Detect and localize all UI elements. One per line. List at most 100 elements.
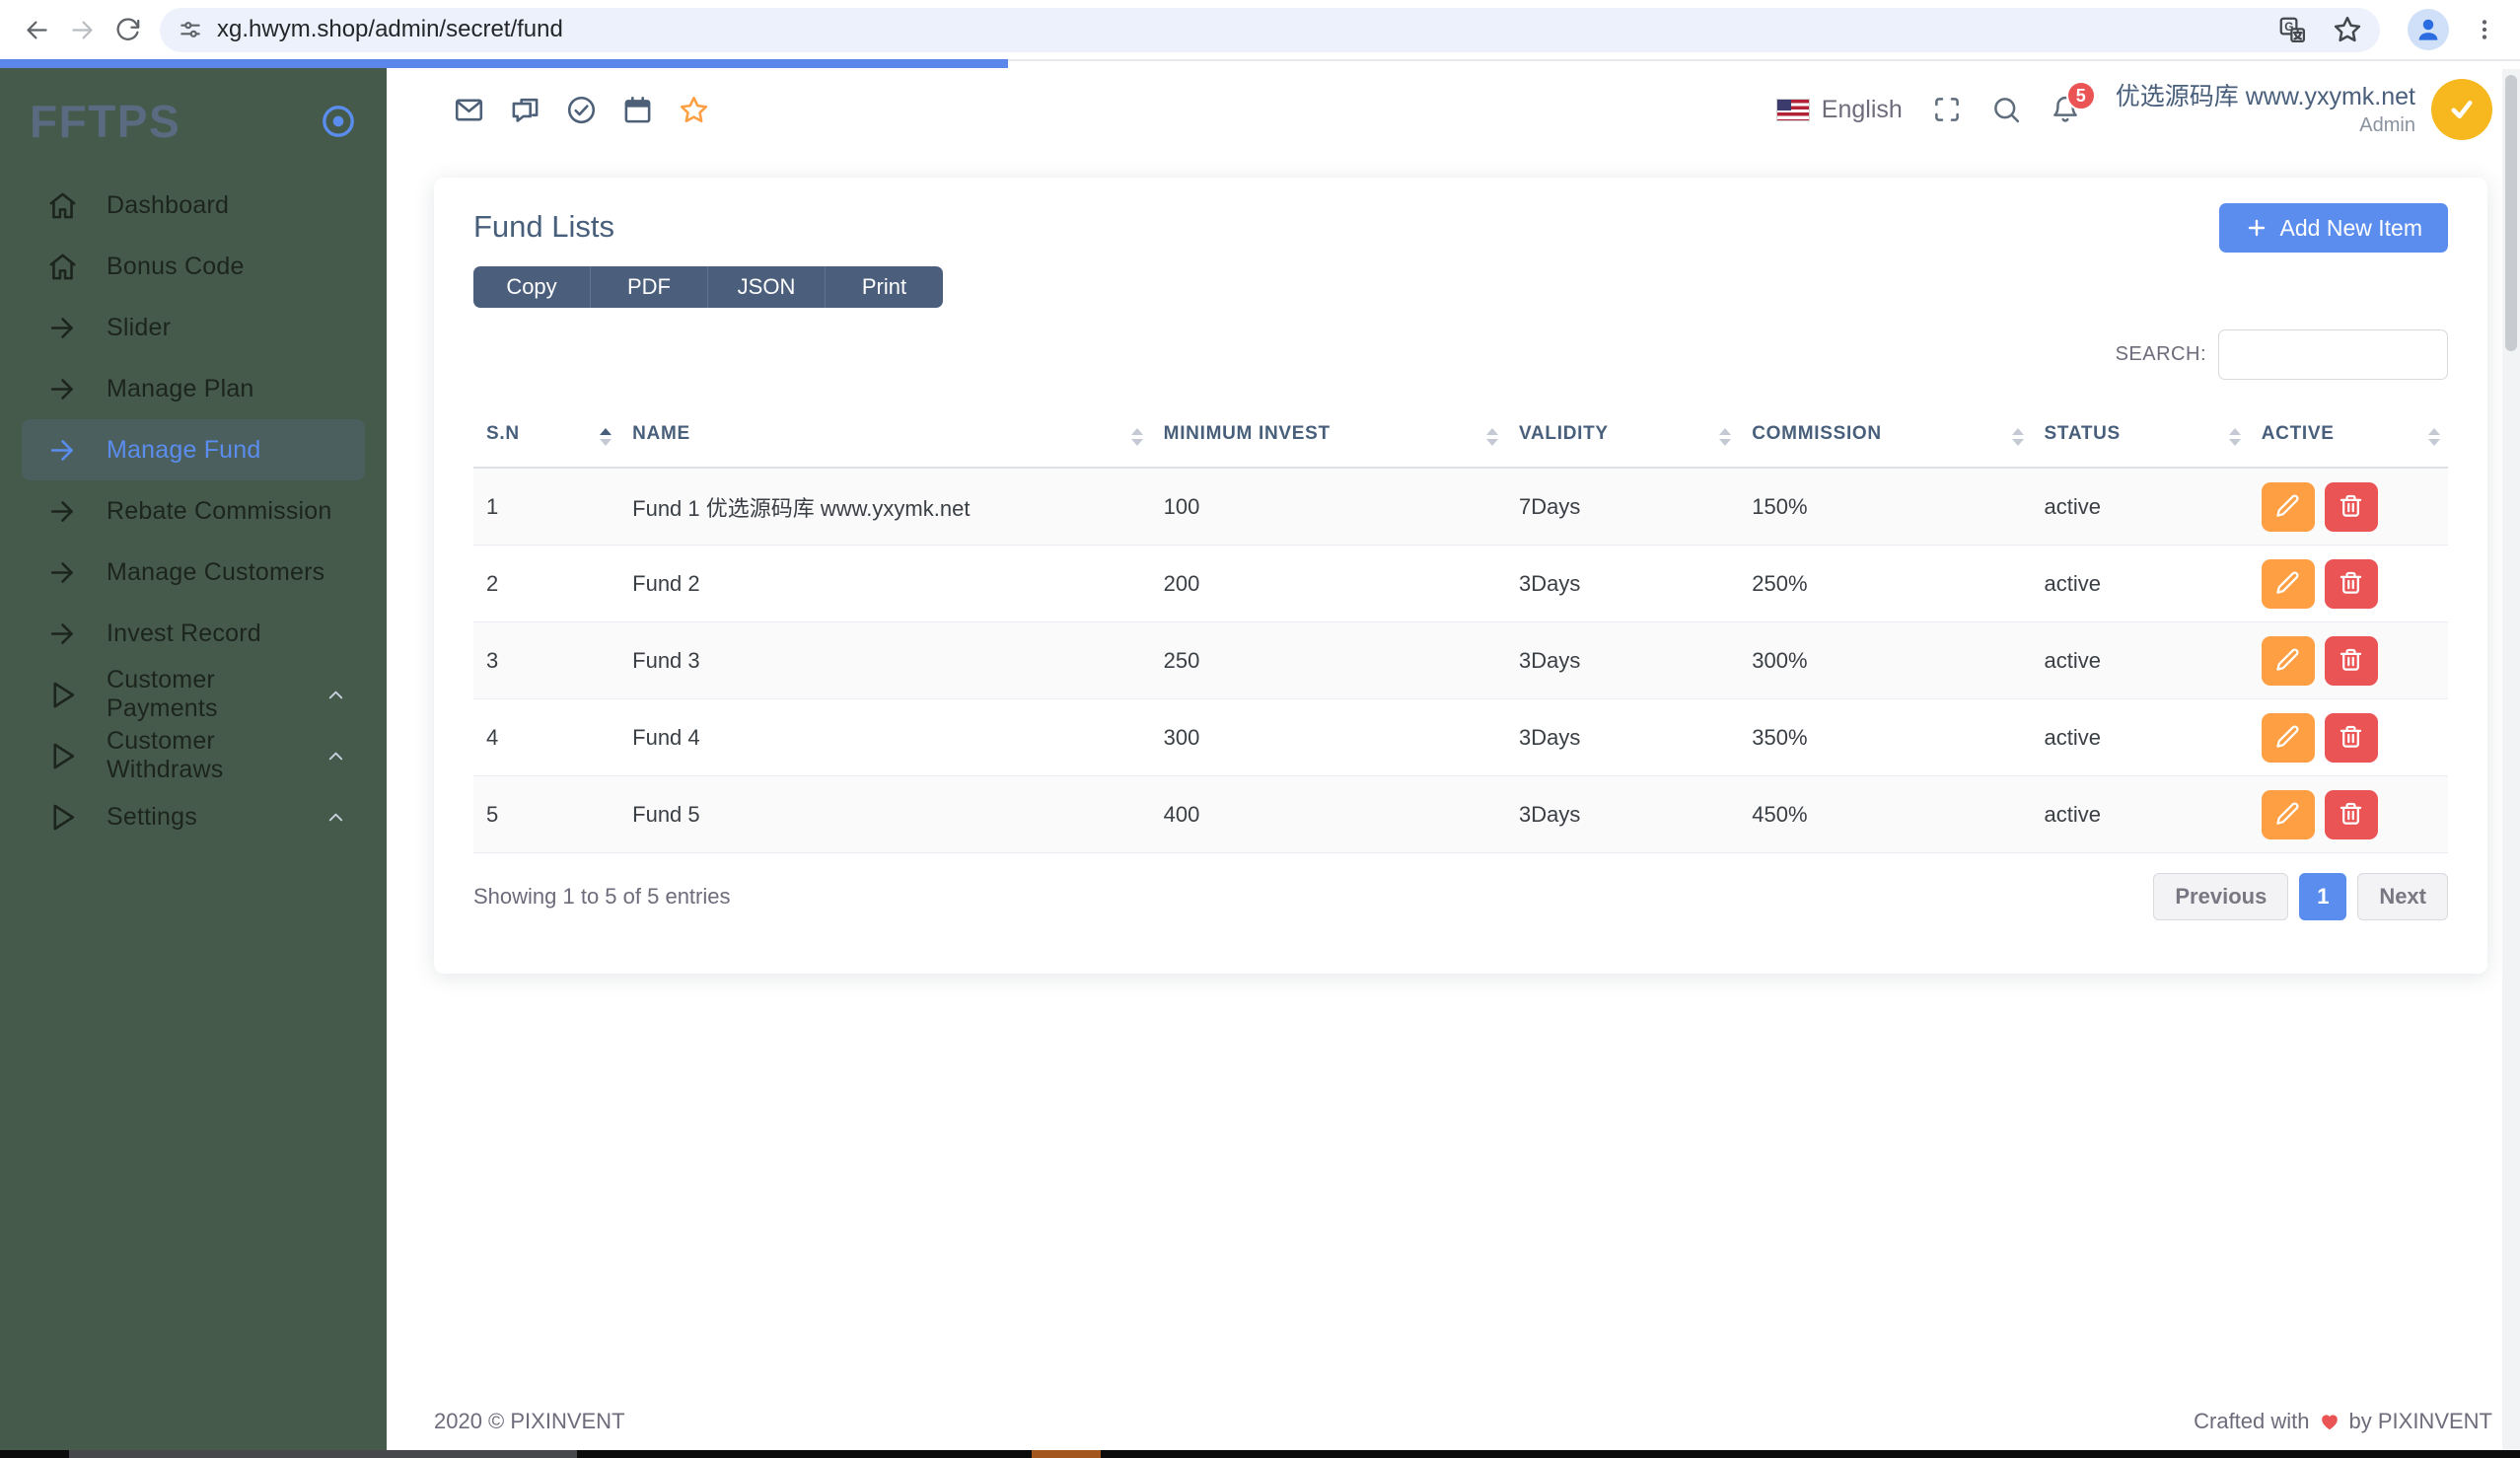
table-row: 4 Fund 4 300 3Days 350% active bbox=[473, 698, 2448, 776]
translate-icon[interactable]: G bbox=[2277, 15, 2307, 44]
cell-commission: 150% bbox=[1739, 468, 2032, 546]
column-header-name[interactable]: NAME bbox=[619, 407, 1151, 469]
sidebar-item-slider[interactable]: Slider bbox=[22, 297, 365, 358]
sidebar-item-customer-withdraws[interactable]: Customer Withdraws bbox=[22, 725, 365, 786]
column-header-minimum-invest[interactable]: MINIMUM INVEST bbox=[1150, 407, 1507, 469]
site-info-icon[interactable] bbox=[178, 17, 203, 42]
export-copy-button[interactable]: Copy bbox=[473, 266, 591, 308]
brand-logo: FFTPS bbox=[30, 96, 181, 147]
sidebar-item-label: Bonus Code bbox=[107, 252, 245, 280]
column-header-active[interactable]: ACTIVE bbox=[2248, 407, 2448, 469]
cell-name: Fund 2 bbox=[619, 545, 1151, 622]
export-pdf-button[interactable]: PDF bbox=[591, 266, 708, 308]
edit-row-button[interactable] bbox=[2261, 558, 2315, 609]
column-header-commission[interactable]: COMMISSION bbox=[1739, 407, 2032, 469]
user-block: 优选源码库 www.yxymk.net Admin bbox=[2116, 81, 2415, 139]
fullscreen-icon[interactable] bbox=[1932, 95, 1962, 124]
sidebar-item-settings[interactable]: Settings bbox=[22, 786, 365, 847]
arrow-right-icon bbox=[47, 619, 78, 649]
fund-lists-card: Fund Lists Copy PDF JSON Print Add New Item… bbox=[434, 178, 2487, 974]
user-avatar[interactable] bbox=[2431, 79, 2492, 140]
chat-icon[interactable] bbox=[510, 95, 540, 125]
sidebar-item-label: Slider bbox=[107, 313, 172, 341]
add-new-item-button[interactable]: Add New Item bbox=[2218, 203, 2448, 253]
delete-row-button[interactable] bbox=[2324, 481, 2378, 532]
address-bar[interactable]: xg.hwym.shop/admin/secret/fund G bbox=[160, 7, 2380, 52]
sidebar-item-invest-record[interactable]: Invest Record bbox=[22, 603, 365, 664]
cell-name: Fund 5 bbox=[619, 775, 1151, 853]
edit-row-button[interactable] bbox=[2261, 712, 2315, 763]
screen: xg.hwym.shop/admin/secret/fund G FFTPS D… bbox=[0, 0, 2520, 1458]
delete-row-button[interactable] bbox=[2324, 712, 2378, 763]
delete-row-button[interactable] bbox=[2324, 789, 2378, 839]
arrow-right-icon bbox=[47, 313, 78, 343]
mail-icon[interactable] bbox=[454, 95, 484, 125]
export-button-group: Copy PDF JSON Print bbox=[473, 266, 943, 308]
browser-scrollbar[interactable] bbox=[2502, 69, 2520, 1450]
cell-actions bbox=[2248, 698, 2448, 776]
sidebar-item-customer-payments[interactable]: Customer Payments bbox=[22, 664, 365, 725]
sidebar-item-manage-plan[interactable]: Manage Plan bbox=[22, 358, 365, 419]
export-json-button[interactable]: JSON bbox=[708, 266, 826, 308]
pagination-page-1-button[interactable]: 1 bbox=[2299, 873, 2347, 920]
bookmark-star-icon[interactable] bbox=[2333, 15, 2362, 44]
trash-icon bbox=[2338, 723, 2364, 753]
language-selector[interactable]: English bbox=[1822, 96, 1903, 124]
table-search-input[interactable] bbox=[2218, 329, 2448, 380]
taskbar-strip bbox=[0, 1450, 2520, 1458]
copyright-text: 2020 © PIXINVENT bbox=[434, 1409, 625, 1433]
cell-name: Fund 1 优选源码库 www.yxymk.net bbox=[619, 468, 1151, 546]
sidebar-item-bonus-code[interactable]: Bonus Code bbox=[22, 236, 365, 297]
sidebar-item-label: Settings bbox=[107, 802, 197, 831]
delete-row-button[interactable] bbox=[2324, 558, 2378, 609]
page-load-progress bbox=[0, 59, 1008, 68]
cell-sn: 2 bbox=[473, 545, 620, 622]
cell-minimum-invest: 300 bbox=[1150, 698, 1507, 776]
sidebar-item-label: Dashboard bbox=[107, 190, 230, 219]
sidebar-item-manage-fund[interactable]: Manage Fund bbox=[22, 419, 365, 480]
column-header-s-n[interactable]: S.N bbox=[473, 407, 620, 469]
sort-carets-icon bbox=[600, 428, 612, 446]
export-print-button[interactable]: Print bbox=[826, 266, 943, 308]
pagination-previous-button[interactable]: Previous bbox=[2153, 873, 2289, 920]
notification-badge: 5 bbox=[2065, 81, 2096, 110]
browser-refresh-button[interactable] bbox=[105, 7, 150, 52]
check-circle-icon[interactable] bbox=[566, 95, 597, 125]
column-header-status[interactable]: STATUS bbox=[2031, 407, 2249, 469]
sidebar-item-label: Customer Withdraws bbox=[107, 727, 224, 783]
edit-row-button[interactable] bbox=[2261, 635, 2315, 686]
entries-summary: Showing 1 to 5 of 5 entries bbox=[473, 884, 731, 909]
browser-back-button[interactable] bbox=[14, 7, 59, 52]
pagination: Previous 1 Next bbox=[2153, 873, 2448, 920]
cell-name: Fund 3 bbox=[619, 621, 1151, 699]
delete-row-button[interactable] bbox=[2324, 635, 2378, 686]
cell-sn: 4 bbox=[473, 698, 620, 776]
user-name: 优选源码库 www.yxymk.net bbox=[2115, 82, 2415, 110]
sidebar-nav: Dashboard Bonus Code Slider Manage Plan Mana… bbox=[0, 175, 387, 847]
pencil-icon bbox=[2274, 492, 2301, 522]
cell-status: active bbox=[2031, 698, 2249, 776]
pagination-next-button[interactable]: Next bbox=[2357, 873, 2448, 920]
sidebar: FFTPS Dashboard Bonus Code Slider Manage Pl… bbox=[0, 61, 387, 1450]
calendar-icon[interactable] bbox=[622, 95, 653, 125]
edit-row-button[interactable] bbox=[2261, 481, 2315, 532]
pencil-icon bbox=[2274, 723, 2301, 753]
sidebar-pin-toggle[interactable] bbox=[318, 101, 359, 142]
cell-status: active bbox=[2031, 775, 2249, 853]
sidebar-item-manage-customers[interactable]: Manage Customers bbox=[22, 542, 365, 603]
sidebar-item-dashboard[interactable]: Dashboard bbox=[22, 175, 365, 236]
sidebar-item-label: Manage Fund bbox=[107, 435, 261, 464]
topbar: English 5 优选源码库 www.yxymk.net Admin bbox=[387, 61, 2520, 158]
column-header-validity[interactable]: VALIDITY bbox=[1506, 407, 1740, 469]
browser-forward-button[interactable] bbox=[59, 7, 105, 52]
star-icon[interactable] bbox=[679, 95, 709, 125]
trash-icon bbox=[2338, 492, 2364, 522]
url-text[interactable]: xg.hwym.shop/admin/secret/fund bbox=[217, 16, 2252, 43]
search-icon[interactable] bbox=[1991, 95, 2021, 124]
browser-menu-icon[interactable] bbox=[2465, 10, 2504, 49]
sidebar-item-rebate-commission[interactable]: Rebate Commission bbox=[22, 480, 365, 542]
edit-row-button[interactable] bbox=[2261, 789, 2315, 839]
browser-profile-avatar[interactable] bbox=[2408, 9, 2449, 50]
pencil-icon bbox=[2274, 569, 2301, 599]
scrollbar-thumb[interactable] bbox=[2505, 75, 2517, 351]
